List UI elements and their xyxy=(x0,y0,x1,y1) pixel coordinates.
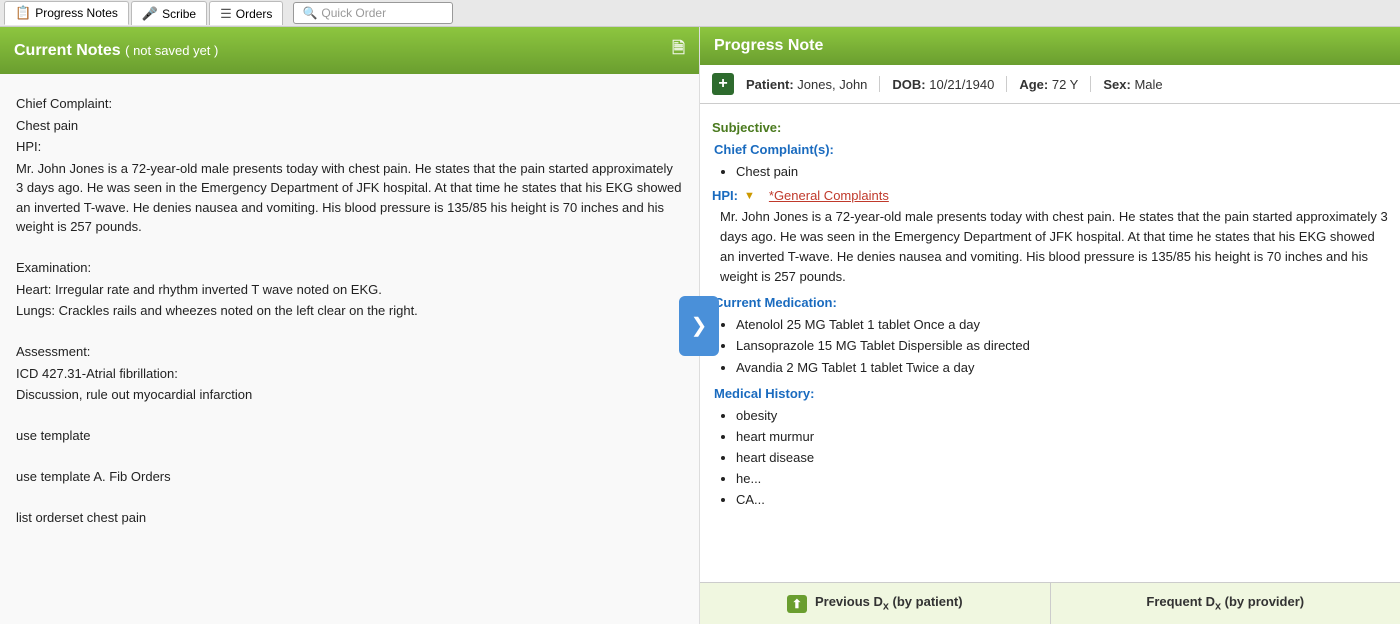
divider xyxy=(1006,76,1007,92)
list-item: Avandia 2 MG Tablet 1 tablet Twice a day xyxy=(736,358,1388,378)
tab-bar: 📋 Progress Notes 🎤 Scribe ☰ Orders 🔍 Qui… xyxy=(0,0,1400,27)
assessment-label: Assessment: xyxy=(16,342,683,362)
quick-order-placeholder: Quick Order xyxy=(321,6,386,20)
chief-complaint-label: Chief Complaint: xyxy=(16,94,683,114)
medical-history-label: Medical History: xyxy=(714,384,1388,404)
progress-note-header: Progress Note xyxy=(700,27,1400,65)
subjective-label: Subjective: xyxy=(712,118,1388,138)
sex-field: Sex: Male xyxy=(1103,77,1162,92)
list-item: CA... xyxy=(736,490,1388,510)
notes-icon: 📋 xyxy=(15,5,31,21)
use-template-1: use template xyxy=(16,426,683,446)
scribe-icon: 🎤 xyxy=(142,6,158,22)
expand-arrow-button[interactable]: ❯ xyxy=(679,296,719,356)
current-medication-label: Current Medication: xyxy=(714,293,1388,313)
add-button[interactable]: + xyxy=(712,73,734,95)
current-notes-header: Current Notes ( not saved yet ) 🗎 xyxy=(0,27,699,74)
list-item: Atenolol 25 MG Tablet 1 tablet Once a da… xyxy=(736,315,1388,335)
list-item: obesity xyxy=(736,406,1388,426)
tab-scribe[interactable]: 🎤 Scribe xyxy=(131,1,207,25)
previous-dx-button[interactable]: ⬆ Previous Dx (by patient) xyxy=(700,583,1051,624)
prev-dx-label: Previous Dx (by patient) xyxy=(815,594,963,613)
freq-dx-label: Frequent Dx (by provider) xyxy=(1146,594,1304,613)
tab-progress-notes-label: Progress Notes xyxy=(35,6,118,20)
list-item: heart disease xyxy=(736,448,1388,468)
tab-progress-notes[interactable]: 📋 Progress Notes xyxy=(4,1,129,25)
chevron-right-icon: ❯ xyxy=(691,313,708,338)
dob-field: DOB: 10/21/1940 xyxy=(892,77,994,92)
prev-dx-icon: ⬆ xyxy=(787,595,807,613)
chief-complaint-value: Chest pain xyxy=(16,116,683,136)
progress-note-content: Subjective: Chief Complaint(s): Chest pa… xyxy=(700,104,1400,582)
quick-order-input[interactable]: 🔍 Quick Order xyxy=(293,2,453,24)
hpi-paragraph: Mr. John Jones is a 72-year-old male pre… xyxy=(720,207,1388,288)
notes-content: Chief Complaint: Chest pain HPI: Mr. Joh… xyxy=(0,74,699,624)
list-item: Chest pain xyxy=(736,162,1388,182)
orders-icon: ☰ xyxy=(220,6,232,22)
right-panel: Progress Note + Patient: Jones, John DOB… xyxy=(700,27,1400,624)
lungs-line: Lungs: Crackles rails and wheezes noted … xyxy=(16,301,683,321)
hpi-section-label: HPI: xyxy=(712,186,738,206)
hpi-row: HPI: ▼ *General Complaints xyxy=(712,186,1388,206)
patient-info-bar: + Patient: Jones, John DOB: 10/21/1940 A… xyxy=(700,65,1400,104)
tab-orders-label: Orders xyxy=(236,7,273,21)
use-template-2: use template A. Fib Orders xyxy=(16,467,683,487)
list-item: he... xyxy=(736,469,1388,489)
divider xyxy=(1090,76,1091,92)
bottom-bar: ⬆ Previous Dx (by patient) Frequent Dx (… xyxy=(700,582,1400,624)
list-item: Lansoprazole 15 MG Tablet Dispersible as… xyxy=(736,336,1388,356)
progress-note-title: Progress Note xyxy=(714,37,823,54)
heart-line: Heart: Irregular rate and rhythm inverte… xyxy=(16,280,683,300)
list-item: heart murmur xyxy=(736,427,1388,447)
list-orderset: list orderset chest pain xyxy=(16,508,683,528)
not-saved-label: ( not saved yet ) xyxy=(125,43,218,58)
frequent-dx-button[interactable]: Frequent Dx (by provider) xyxy=(1051,583,1400,624)
patient-field: Patient: Jones, John xyxy=(746,77,867,92)
medications-list: Atenolol 25 MG Tablet 1 tablet Once a da… xyxy=(736,315,1388,377)
examination-label: Examination: xyxy=(16,258,683,278)
save-document-icon: 🗎 xyxy=(672,37,685,64)
hpi-text: Mr. John Jones is a 72-year-old male pre… xyxy=(16,159,683,237)
age-field: Age: 72 Y xyxy=(1019,77,1078,92)
chief-complaints-list: Chest pain xyxy=(736,162,1388,182)
dropdown-icon: ▼ xyxy=(744,188,755,205)
general-complaints-link[interactable]: *General Complaints xyxy=(769,186,889,206)
chief-complaints-label: Chief Complaint(s): xyxy=(714,140,1388,160)
tab-orders[interactable]: ☰ Orders xyxy=(209,1,283,25)
main-layout: Current Notes ( not saved yet ) 🗎 Chief … xyxy=(0,27,1400,624)
search-icon: 🔍 xyxy=(302,6,317,20)
discussion-line: Discussion, rule out myocardial infarcti… xyxy=(16,385,683,405)
left-panel: Current Notes ( not saved yet ) 🗎 Chief … xyxy=(0,27,700,624)
medical-history-list: obesity heart murmur heart disease he...… xyxy=(736,406,1388,511)
tab-scribe-label: Scribe xyxy=(162,7,196,21)
divider xyxy=(879,76,880,92)
icd-line: ICD 427.31-Atrial fibrillation: xyxy=(16,364,683,384)
hpi-label: HPI: xyxy=(16,137,683,157)
current-notes-title: Current Notes ( not saved yet ) xyxy=(14,42,218,60)
